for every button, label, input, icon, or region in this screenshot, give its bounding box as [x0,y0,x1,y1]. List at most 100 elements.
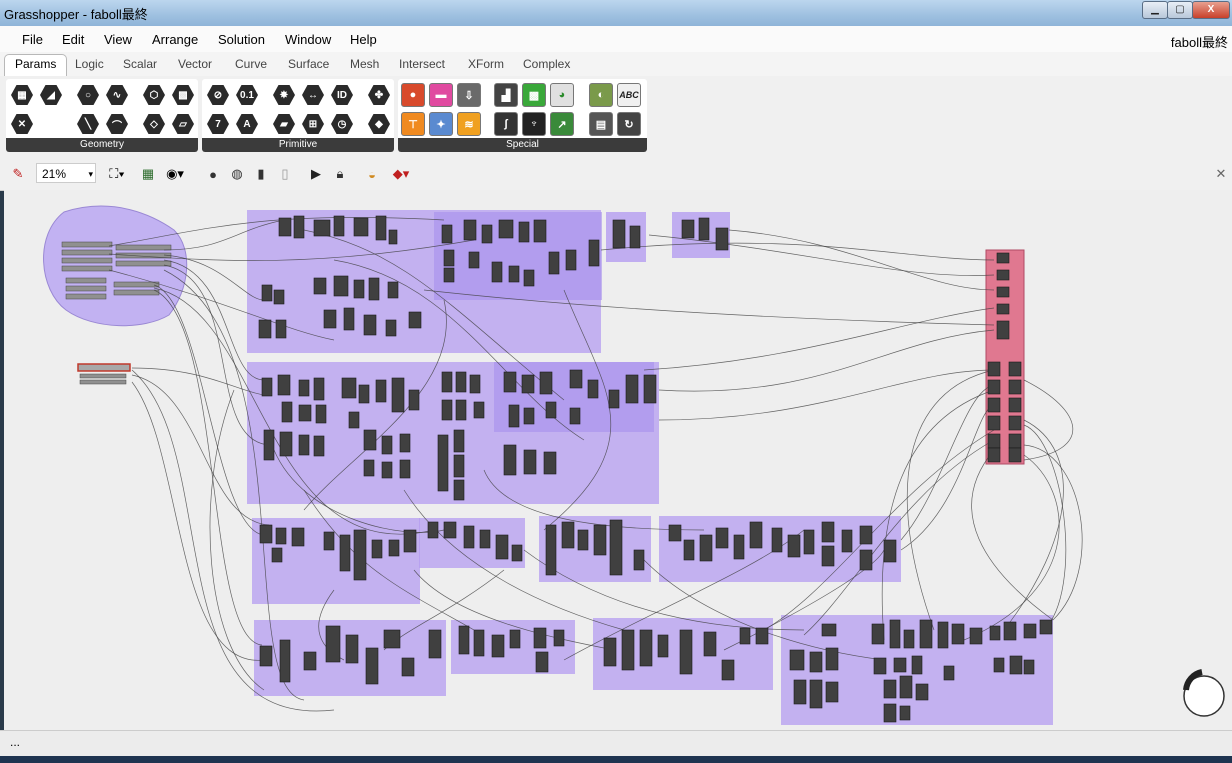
component[interactable] [681,219,695,239]
point-param-icon[interactable]: ✕ [9,112,35,136]
component[interactable] [353,279,365,299]
cluster-param[interactable] [1008,361,1022,377]
component[interactable] [443,249,455,267]
domain-param-icon[interactable]: ↔ [300,83,326,107]
preview-off-icon[interactable]: ● [202,164,224,184]
component[interactable] [633,549,645,571]
component[interactable] [969,627,983,645]
component[interactable] [523,407,535,425]
component[interactable] [279,431,293,457]
value-list-icon[interactable]: ✦ [428,112,454,136]
component[interactable] [271,547,283,563]
cluster-output[interactable] [985,249,1025,465]
cluster-param[interactable] [987,361,1001,377]
cluster-param[interactable] [1008,397,1022,413]
component[interactable] [458,625,470,655]
component[interactable] [561,521,575,549]
guid-param-icon[interactable]: ID [329,83,355,107]
component[interactable] [353,529,367,581]
input-param[interactable] [65,277,107,284]
component[interactable] [911,655,923,675]
component[interactable] [903,629,915,649]
component[interactable] [603,637,617,667]
component[interactable] [343,307,355,331]
brep-param-icon[interactable]: ◢ [38,83,64,107]
component[interactable] [889,619,901,649]
group[interactable] [434,212,602,300]
component[interactable] [715,527,729,549]
menu-window[interactable]: Window [285,32,331,47]
histogram-icon[interactable]: ▟ [493,83,519,107]
component[interactable] [298,379,310,397]
component[interactable] [375,215,387,241]
component[interactable] [518,221,530,243]
component[interactable] [491,634,505,658]
component[interactable] [821,545,835,567]
component[interactable] [473,629,485,657]
component[interactable] [275,319,287,339]
component[interactable] [479,529,491,549]
component[interactable] [1023,659,1035,675]
component[interactable] [365,647,379,685]
input-param[interactable] [65,293,107,300]
menu-file[interactable]: File [22,32,43,47]
panel-param-icon[interactable]: ▤ [588,112,614,136]
component[interactable] [533,627,547,649]
cluster-param[interactable] [996,286,1010,298]
navigation-widget[interactable] [1183,669,1225,717]
component[interactable] [387,281,399,299]
component[interactable] [521,374,535,394]
component[interactable] [989,625,1001,641]
component[interactable] [509,629,521,649]
component[interactable] [793,679,807,705]
component[interactable] [825,681,839,703]
input-param[interactable] [115,260,172,267]
gradient-icon[interactable]: ▬ [428,83,454,107]
component[interactable] [277,374,291,396]
component[interactable] [883,539,897,563]
component[interactable] [258,319,272,339]
component[interactable] [859,525,873,545]
bake-icon[interactable]: ◆▾ [386,164,416,184]
component[interactable] [261,284,273,302]
component[interactable] [363,459,375,477]
input-param[interactable] [61,241,113,248]
close-button[interactable]: X [1192,1,1230,19]
component[interactable] [463,219,477,241]
component[interactable] [481,224,493,244]
shader-param-icon[interactable]: ✤ [366,83,392,107]
menu-view[interactable]: View [104,32,132,47]
zoom-field[interactable]: 21% ▾ [36,163,96,183]
input-param[interactable] [65,285,107,292]
component[interactable] [293,215,305,239]
component[interactable] [358,384,370,404]
domain2-param-icon[interactable]: ▰ [271,112,297,136]
component[interactable] [771,527,783,553]
component[interactable] [523,269,535,287]
generic-param-icon[interactable]: ◆ [366,112,392,136]
component[interactable] [937,621,949,649]
component[interactable] [621,629,635,671]
component[interactable] [821,623,837,637]
preview-shaded-icon[interactable]: ▮ [250,164,272,184]
component[interactable] [281,401,293,423]
circle-param-icon[interactable]: ○ [75,83,101,107]
tab-vector[interactable]: Vector [178,57,212,71]
tab-intersect[interactable]: Intersect [399,57,445,71]
map-icon[interactable]: ▦ [137,164,159,184]
component[interactable] [341,377,357,399]
component[interactable] [443,521,457,539]
component[interactable] [883,679,897,699]
tab-surface[interactable]: Surface [288,57,329,71]
component[interactable] [495,534,509,560]
menu-help[interactable]: Help [350,32,377,47]
play-icon[interactable]: ▶ [305,164,327,184]
component[interactable] [569,407,581,425]
component[interactable] [348,411,360,429]
preview-selected-icon[interactable]: ▯ [274,164,296,184]
component[interactable] [385,319,397,337]
component[interactable] [821,521,835,543]
component[interactable] [453,454,465,478]
cluster-param[interactable] [1008,433,1022,449]
component[interactable] [683,539,695,561]
